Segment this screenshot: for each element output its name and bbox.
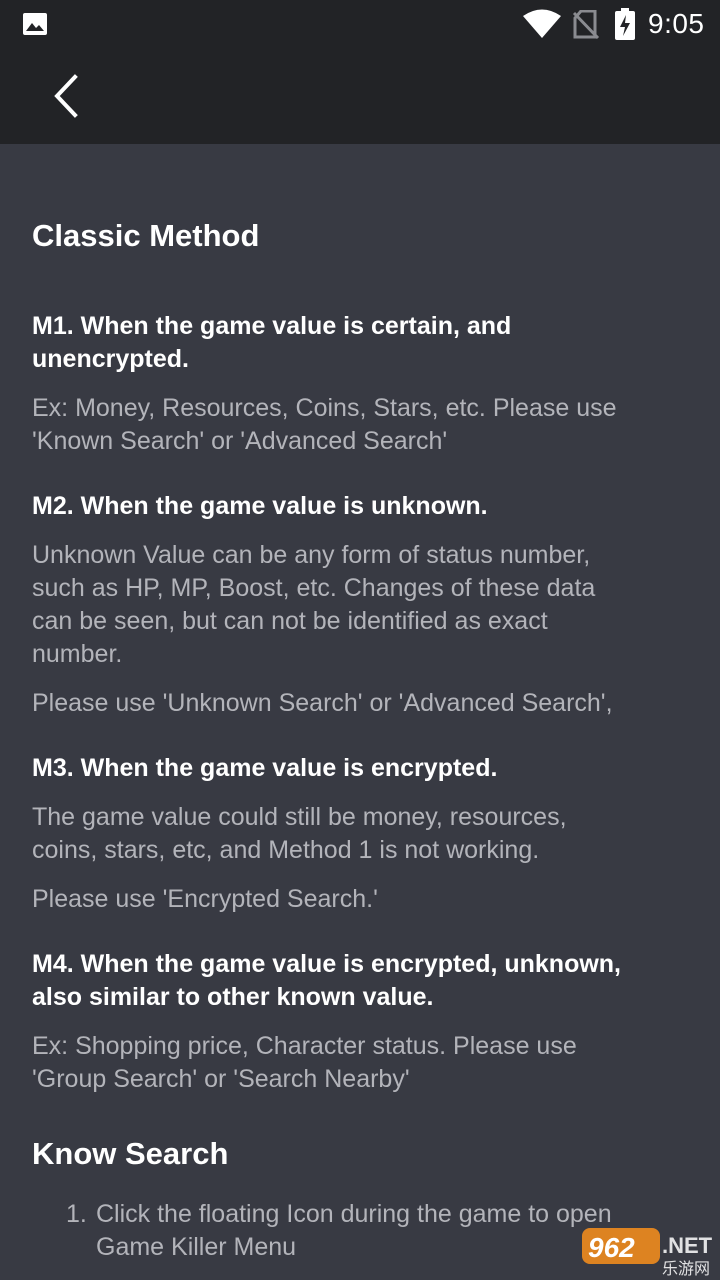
m2-desc-line2: such as HP, MP, Boost, etc. Changes of t… <box>32 574 596 602</box>
m1-desc-line1: Ex: Money, Resources, Coins, Stars, etc.… <box>32 394 617 422</box>
clock: 9:05 <box>648 8 705 39</box>
watermark-suffix: .NET <box>662 1233 713 1258</box>
method-m4: M4. When the game value is encrypted, un… <box>32 948 688 1096</box>
m2-desc-line4: number. <box>32 640 123 668</box>
method-m2: M2. When the game value is unknown. Unkn… <box>32 490 688 720</box>
chevron-left-icon <box>54 74 78 118</box>
m2-desc-line1: Unknown Value can be any form of status … <box>32 541 591 569</box>
m1-title-line1: M1. When the game value is certain, and <box>32 312 512 340</box>
m3-desc-line2: coins, stars, etc, and Method 1 is not w… <box>32 836 540 864</box>
step-number: 1. <box>66 1200 87 1228</box>
m4-title-line2: also similar to other known value. <box>32 983 434 1011</box>
m4-desc-line1: Ex: Shopping price, Character status. Pl… <box>32 1032 577 1060</box>
step-text: Click the floating Icon during the game … <box>96 1198 612 1264</box>
m4-desc-line2: 'Group Search' or 'Search Nearby' <box>32 1065 410 1093</box>
m1-title-line2: unencrypted. <box>32 345 189 373</box>
list-item: 1. Click the floating Icon during the ga… <box>66 1198 612 1264</box>
m3-usage: Please use 'Encrypted Search.' <box>32 885 378 913</box>
m3-desc-line1: The game value could still be money, res… <box>32 803 567 831</box>
gallery-icon <box>23 13 47 35</box>
m4-title-line1: M4. When the game value is encrypted, un… <box>32 950 622 978</box>
classic-method-title: Classic Method <box>32 218 260 253</box>
status-bar: 9:05 <box>0 0 720 48</box>
battery-charging-icon <box>615 8 635 40</box>
know-search-title: Know Search <box>32 1136 229 1171</box>
step-line1: Click the floating Icon during the game … <box>96 1200 612 1228</box>
no-sim-icon <box>572 10 600 40</box>
site-watermark-logo: 962 .NET 乐游网 <box>582 1228 713 1278</box>
m1-desc-line2: 'Known Search' or 'Advanced Search' <box>32 427 448 455</box>
wifi-icon <box>523 9 561 38</box>
method-m3: M3. When the game value is encrypted. Th… <box>32 752 688 916</box>
m2-desc-line3: can be seen, but can not be identified a… <box>32 607 548 635</box>
back-button[interactable] <box>38 68 94 124</box>
watermark-digits: 962 <box>588 1232 635 1263</box>
m2-usage: Please use 'Unknown Search' or 'Advanced… <box>32 689 613 717</box>
m3-title: M3. When the game value is encrypted. <box>32 754 498 782</box>
method-m1: M1. When the game value is certain, and … <box>32 310 688 458</box>
app-bar <box>0 48 720 144</box>
watermark-cn-text: 乐游网 <box>662 1259 710 1278</box>
m2-title: M2. When the game value is unknown. <box>32 492 488 520</box>
step-line2: Game Killer Menu <box>96 1233 297 1261</box>
